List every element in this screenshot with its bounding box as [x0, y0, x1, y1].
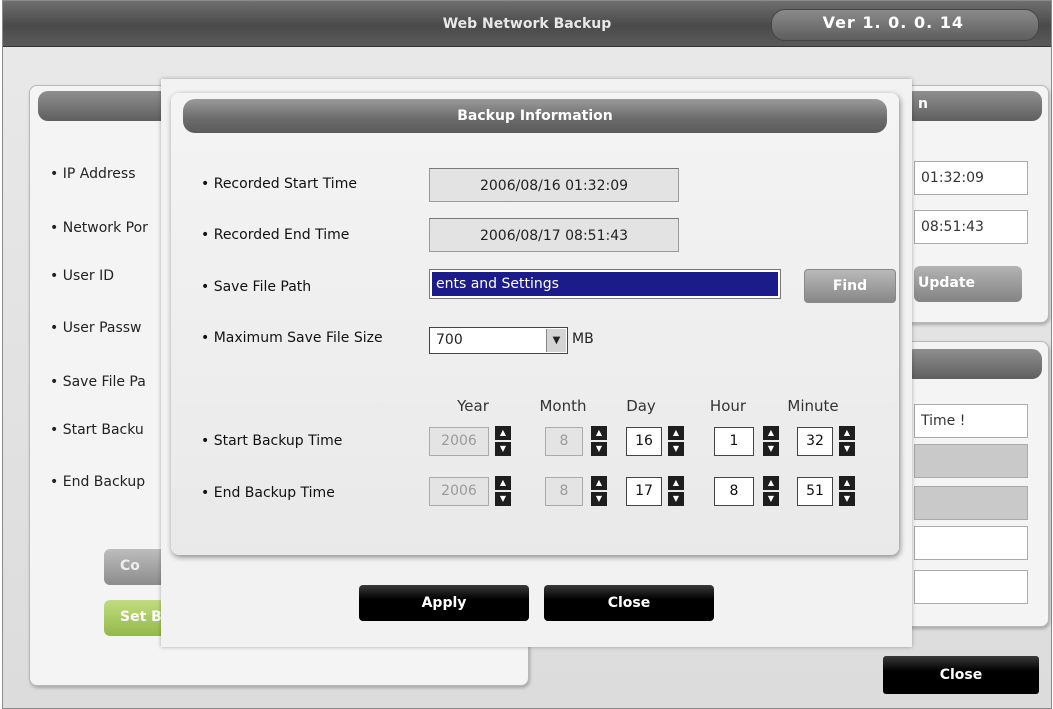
recorded-end-field: 2006/08/17 08:51:43 [429, 218, 679, 252]
arrow-up-icon[interactable]: ▲ [839, 476, 855, 490]
column-minute: Minute [787, 397, 839, 415]
end-day-input[interactable]: 17 [626, 477, 662, 506]
arrow-up-icon: ▲ [495, 476, 511, 490]
start-backup-label: Start Backu [50, 422, 144, 438]
column-year: Year [457, 397, 489, 415]
arrow-up-icon[interactable]: ▲ [763, 476, 779, 490]
arrow-down-icon: ▼ [495, 442, 511, 456]
log-row: Time ! [914, 404, 1028, 438]
arrow-up-icon[interactable]: ▲ [839, 426, 855, 440]
max-size-select[interactable]: 700 ▼ [429, 327, 568, 354]
save-file-path-label: Save File Pa [50, 374, 146, 390]
start-backup-time-label: Start Backup Time [201, 433, 343, 449]
dialog-title: Backup Information [183, 99, 887, 133]
column-day: Day [626, 397, 656, 415]
status-panel: n 01:32:09 08:51:43 Update [903, 85, 1049, 323]
status-panel-header: n [904, 91, 1042, 121]
max-size-value: 700 [436, 332, 463, 348]
end-day-stepper[interactable]: ▲ ▼ [668, 476, 684, 506]
status-panel-title: n [918, 96, 928, 112]
end-backup-label: End Backup [50, 474, 145, 490]
start-year-input: 2006 [429, 427, 489, 456]
arrow-down-icon[interactable]: ▼ [763, 442, 779, 456]
update-button[interactable]: Update [914, 266, 1022, 302]
arrow-down-icon[interactable]: ▼ [839, 492, 855, 506]
arrow-down-icon[interactable]: ▼ [763, 492, 779, 506]
recorded-start-field: 2006/08/16 01:32:09 [429, 168, 679, 202]
end-month-input: 8 [545, 477, 583, 506]
dialog-close-button[interactable]: Close [544, 585, 714, 621]
version-badge: Ver 1. 0. 0. 14 [771, 9, 1039, 41]
start-hour-stepper[interactable]: ▲ ▼ [763, 426, 779, 456]
start-minute-stepper[interactable]: ▲ ▼ [839, 426, 855, 456]
end-year-input: 2006 [429, 477, 489, 506]
status-end-time: 08:51:43 [914, 210, 1028, 244]
end-year-stepper: ▲ ▼ [495, 476, 511, 506]
log-row [914, 486, 1028, 520]
arrow-down-icon: ▼ [591, 492, 607, 506]
user-password-label: User Passw [50, 320, 142, 336]
log-row [914, 526, 1028, 560]
arrow-up-icon: ▲ [591, 476, 607, 490]
arrow-down-icon[interactable]: ▼ [839, 442, 855, 456]
arrow-up-icon: ▲ [591, 426, 607, 440]
version-label: Ver 1. 0. 0. 14 [822, 13, 964, 32]
max-size-label: Maximum Save File Size [201, 330, 383, 346]
end-hour-stepper[interactable]: ▲ ▼ [763, 476, 779, 506]
start-minute-input[interactable]: 32 [797, 427, 833, 456]
find-button[interactable]: Find [804, 269, 896, 303]
status-start-time: 01:32:09 [914, 161, 1028, 195]
network-port-label: Network Por [50, 220, 148, 236]
recorded-end-label: Recorded End Time [201, 227, 350, 243]
end-minute-stepper[interactable]: ▲ ▼ [839, 476, 855, 506]
end-month-stepper: ▲ ▼ [591, 476, 607, 506]
save-path-input[interactable]: ents and Settings [429, 269, 781, 299]
max-size-unit: MB [572, 331, 594, 347]
save-path-text: ents and Settings [432, 272, 778, 296]
start-hour-input[interactable]: 1 [714, 427, 754, 456]
end-hour-input[interactable]: 8 [714, 477, 754, 506]
arrow-up-icon[interactable]: ▲ [668, 426, 684, 440]
start-month-stepper: ▲ ▼ [591, 426, 607, 456]
end-backup-time-label: End Backup Time [201, 485, 335, 501]
start-day-stepper[interactable]: ▲ ▼ [668, 426, 684, 456]
dropdown-arrow-icon[interactable]: ▼ [546, 329, 566, 352]
log-row [914, 444, 1028, 478]
title-bar: Web Network Backup Ver 1. 0. 0. 14 [3, 1, 1051, 47]
main-close-button[interactable]: Close [883, 656, 1039, 694]
column-hour: Hour [709, 397, 747, 415]
ip-address-label: IP Address [50, 166, 136, 182]
apply-button[interactable]: Apply [359, 585, 529, 621]
arrow-up-icon[interactable]: ▲ [668, 476, 684, 490]
log-row [914, 570, 1028, 604]
column-month: Month [539, 397, 587, 415]
dialog-body: Backup Information Recorded Start Time 2… [171, 93, 899, 555]
arrow-down-icon: ▼ [591, 442, 607, 456]
end-minute-input[interactable]: 51 [797, 477, 833, 506]
start-day-input[interactable]: 16 [626, 427, 662, 456]
backup-information-dialog: Backup Information Recorded Start Time 2… [161, 79, 912, 647]
log-panel: Time ! [903, 341, 1049, 627]
log-panel-header [904, 349, 1042, 379]
recorded-start-label: Recorded Start Time [201, 176, 357, 192]
arrow-up-icon: ▲ [495, 426, 511, 440]
user-id-label: User ID [50, 268, 114, 284]
start-year-stepper: ▲ ▼ [495, 426, 511, 456]
arrow-down-icon: ▼ [495, 492, 511, 506]
arrow-down-icon[interactable]: ▼ [668, 492, 684, 506]
arrow-up-icon[interactable]: ▲ [763, 426, 779, 440]
save-path-label: Save File Path [201, 279, 311, 295]
arrow-down-icon[interactable]: ▼ [668, 442, 684, 456]
start-month-input: 8 [545, 427, 583, 456]
